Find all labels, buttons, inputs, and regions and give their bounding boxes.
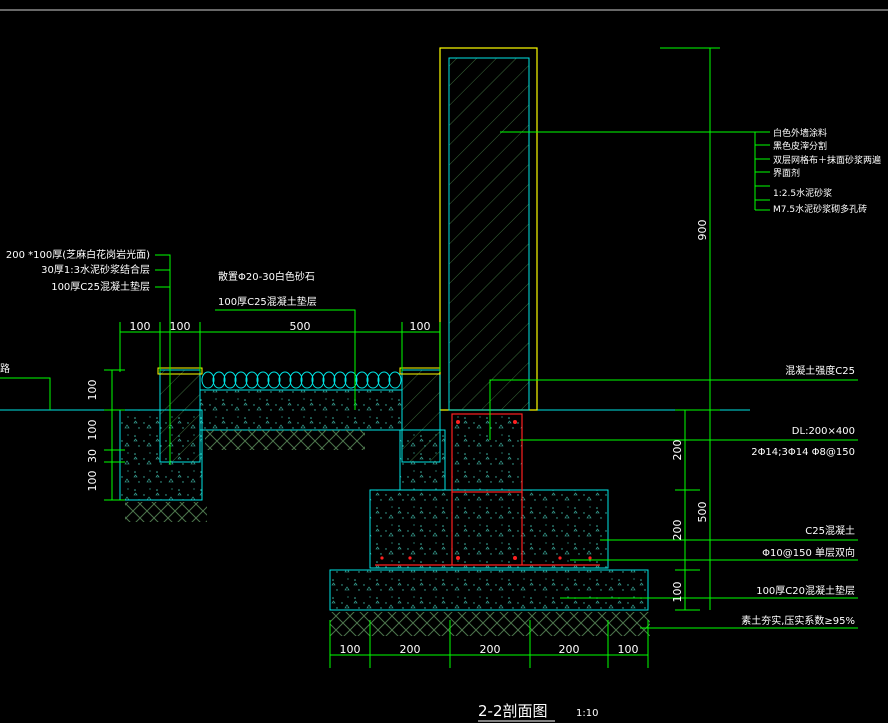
dim-left-1: 100 — [86, 380, 99, 401]
dim-left-4: 100 — [86, 471, 99, 492]
pebble — [322, 371, 336, 389]
dim-bottom-2: 200 — [400, 643, 421, 656]
pebble — [234, 371, 248, 389]
pebble — [300, 371, 314, 389]
label-beam: DL:200×400 — [792, 426, 855, 437]
pebble — [333, 371, 347, 389]
pebble — [245, 371, 259, 389]
pebble — [289, 371, 303, 389]
dim-right-3: 100 — [671, 582, 684, 603]
label-planter-concrete: 100厚C25混凝土垫层 — [218, 295, 317, 308]
label-footing-concrete: C25混凝土 — [805, 524, 855, 537]
dim-top-1: 100 — [130, 320, 151, 333]
pebble — [388, 371, 402, 389]
label-wall-layer-5: 1:2.5水泥砂浆 — [773, 187, 832, 199]
pebble — [223, 371, 237, 389]
brick-wall — [439, 47, 538, 411]
pebble-layer — [201, 371, 402, 389]
section-drawing: 200 *100厚(芝麻白花岗岩光面) 30厚1:3水泥砂浆结合层 100厚C2… — [0, 9, 888, 722]
pebble — [201, 371, 215, 389]
label-wall-layer-6: M7.5水泥砂浆砌多孔砖 — [773, 203, 867, 215]
label-wall-layer-2: 黑色皮滓分割 — [773, 140, 827, 152]
drawing-scale: 1:10 — [576, 708, 598, 719]
label-mortar: 30厚1:3水泥砂浆结合层 — [41, 263, 150, 276]
label-concrete-strength: 混凝土强度C25 — [785, 364, 855, 377]
dim-left-2: 100 — [86, 420, 99, 441]
dim-top-3: 500 — [290, 320, 311, 333]
label-cushion: 100厚C25混凝土垫层 — [51, 280, 150, 293]
dim-right-wall-height: 900 — [696, 220, 709, 241]
label-footing-rebar: Φ10@150 单层双向 — [762, 546, 855, 559]
dim-bottom-4: 200 — [559, 643, 580, 656]
pebble — [212, 371, 226, 389]
label-road-cut: 路 — [0, 362, 10, 375]
pebble — [256, 371, 270, 389]
pebble — [278, 371, 292, 389]
pebble — [355, 371, 369, 389]
dim-bottom-5: 100 — [618, 643, 639, 656]
wall-layer-labels: 白色外墙涂料 黑色皮滓分割 双层网格布＋抹面砂浆两遍 界面剂 1:2.5水泥砂浆… — [773, 127, 881, 215]
label-wall-layer-1: 白色外墙涂料 — [773, 127, 827, 139]
label-pebble: 散置Φ20-30白色砂石 — [218, 270, 315, 283]
label-wall-layer-3: 双层网格布＋抹面砂浆两遍 — [773, 154, 881, 166]
dim-right-1: 200 — [671, 440, 684, 461]
dim-bottom-3: 200 — [480, 643, 501, 656]
strip-footing — [329, 413, 649, 611]
pebble — [311, 371, 325, 389]
dim-right-foundation-depth: 500 — [696, 502, 709, 523]
label-paving: 200 *100厚(芝麻白花岗岩光面) — [6, 248, 150, 261]
label-soil: 素土夯实,压实系数≥95% — [741, 614, 855, 627]
pebble — [366, 371, 380, 389]
dim-right-2: 200 — [671, 520, 684, 541]
label-footing-cushion: 100厚C20混凝土垫层 — [756, 584, 855, 597]
dim-left-3: 30 — [86, 449, 99, 463]
drawing-title: 2-2剖面图 — [478, 702, 548, 720]
pebble — [267, 371, 281, 389]
dim-top-2: 100 — [170, 320, 191, 333]
dim-bottom-1: 100 — [340, 643, 361, 656]
dim-top-4: 100 — [410, 320, 431, 333]
label-beam-rebar: 2Φ14;3Φ14 Φ8@150 — [751, 447, 855, 458]
pebble — [377, 371, 391, 389]
label-wall-layer-4: 界面剂 — [773, 167, 800, 179]
